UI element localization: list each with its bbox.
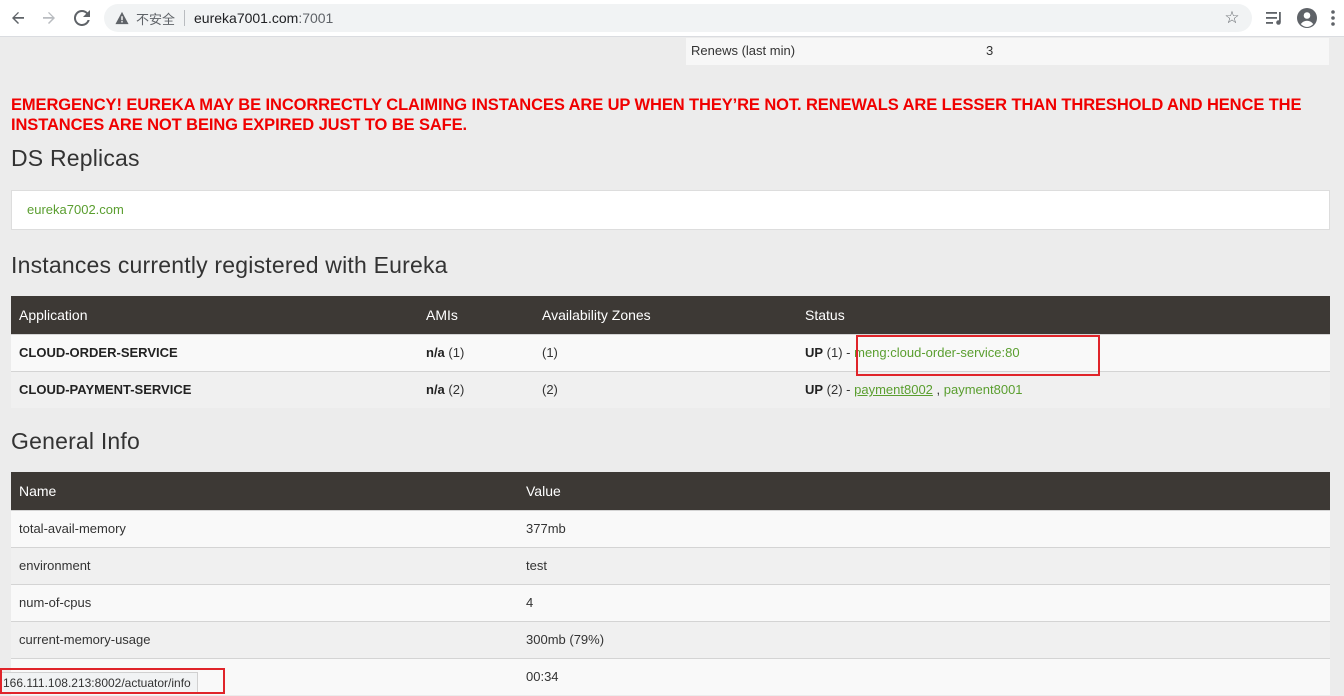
reload-icon[interactable] bbox=[70, 6, 94, 30]
table-row: num-of-cpus 4 bbox=[11, 583, 1330, 621]
col-header: Availability Zones bbox=[534, 296, 797, 334]
url-divider bbox=[184, 10, 186, 26]
renews-label: Renews (last min) bbox=[691, 43, 796, 58]
general-info-title: General Info bbox=[11, 428, 140, 454]
status-cell: UP (2) - payment8002 , payment8001 bbox=[797, 370, 1330, 408]
menu-dots-icon[interactable] bbox=[1326, 7, 1340, 29]
ds-replicas-list: eureka7002.com bbox=[11, 190, 1330, 230]
col-header: Application bbox=[11, 296, 418, 334]
info-value: 300mb (79%) bbox=[518, 620, 1330, 658]
col-header: Name bbox=[11, 472, 518, 510]
ami-cell: n/a (1) bbox=[418, 333, 534, 371]
info-name: num-of-cpus bbox=[11, 583, 518, 621]
warning-icon[interactable] bbox=[114, 10, 130, 26]
ami-cell: n/a (2) bbox=[418, 370, 534, 408]
info-value: test bbox=[518, 546, 1330, 584]
instances-title: Instances currently registered with Eure… bbox=[11, 252, 448, 278]
zones-cell: (2) bbox=[534, 370, 797, 408]
account-avatar-icon[interactable] bbox=[1296, 7, 1318, 29]
table-header-row: Application AMIs Availability Zones Stat… bbox=[11, 296, 1330, 334]
replica-link[interactable]: eureka7002.com bbox=[27, 202, 124, 217]
table-row: CLOUD-PAYMENT-SERVICE n/a (2) (2) UP (2)… bbox=[11, 370, 1330, 408]
url-port: :7001 bbox=[298, 10, 334, 26]
info-value: 4 bbox=[518, 583, 1330, 621]
instances-table: Application AMIs Availability Zones Stat… bbox=[11, 296, 1330, 408]
col-header: Value bbox=[518, 472, 1330, 510]
table-row: total-avail-memory 377mb bbox=[11, 509, 1330, 547]
ami-count: (1) bbox=[444, 345, 465, 360]
highlight-box bbox=[856, 335, 1100, 376]
table-row: CLOUD-ORDER-SERVICE n/a (1) (1) UP (1) -… bbox=[11, 333, 1330, 371]
general-info-table: Name Value total-avail-memory 377mb envir… bbox=[11, 472, 1330, 695]
insecure-label: 不安全 bbox=[136, 12, 176, 28]
back-arrow-icon[interactable] bbox=[6, 6, 30, 30]
table-row: current-memory-usage 300mb (79%) bbox=[11, 620, 1330, 658]
status-count: (1) - bbox=[823, 345, 855, 360]
app-name: CLOUD-ORDER-SERVICE bbox=[11, 333, 418, 371]
status-up: UP bbox=[805, 345, 824, 360]
ami-count: (2) bbox=[444, 382, 465, 398]
forward-arrow-icon[interactable] bbox=[37, 6, 61, 30]
ami-value: n/a bbox=[426, 382, 445, 398]
info-name: total-avail-memory bbox=[11, 509, 518, 547]
ds-replicas-title: DS Replicas bbox=[11, 145, 140, 171]
table-row: environment test bbox=[11, 546, 1330, 584]
address-bar[interactable]: 不安全 eureka7001.com:7001 ☆ bbox=[104, 4, 1252, 32]
instance-link-payment8001[interactable]: payment8001 bbox=[944, 382, 1023, 397]
app-name: CLOUD-PAYMENT-SERVICE bbox=[11, 370, 418, 408]
instance-link-payment8002[interactable]: payment8002 bbox=[854, 382, 933, 397]
info-name: current-memory-usage bbox=[11, 620, 518, 658]
ami-value: n/a bbox=[426, 345, 445, 360]
info-value: 00:34 bbox=[518, 657, 1330, 695]
table-header-row: Name Value bbox=[11, 472, 1330, 510]
reading-list-icon[interactable] bbox=[1264, 7, 1286, 29]
col-header: AMIs bbox=[418, 296, 534, 334]
zones-cell: (1) bbox=[534, 333, 797, 371]
info-value: 377mb bbox=[518, 509, 1330, 547]
status-count: (2) - bbox=[823, 382, 855, 398]
link-separator: , bbox=[932, 382, 944, 398]
highlight-box bbox=[0, 668, 225, 694]
renews-row: Renews (last min) 3 bbox=[686, 38, 1329, 65]
status-up: UP bbox=[805, 382, 824, 398]
info-name: environment bbox=[11, 546, 518, 584]
renews-value: 3 bbox=[986, 43, 994, 58]
browser-toolbar: 不安全 eureka7001.com:7001 ☆ bbox=[0, 0, 1344, 37]
col-header: Status bbox=[797, 296, 1330, 334]
url-host: eureka7001.com bbox=[194, 10, 299, 26]
bookmark-star-icon[interactable]: ☆ bbox=[1222, 8, 1242, 28]
emergency-warning: EMERGENCY! EUREKA MAY BE INCORRECTLY CLA… bbox=[11, 96, 1302, 134]
eureka-dashboard: Renews (last min) 3 EMERGENCY! EUREKA MA… bbox=[0, 38, 1344, 696]
